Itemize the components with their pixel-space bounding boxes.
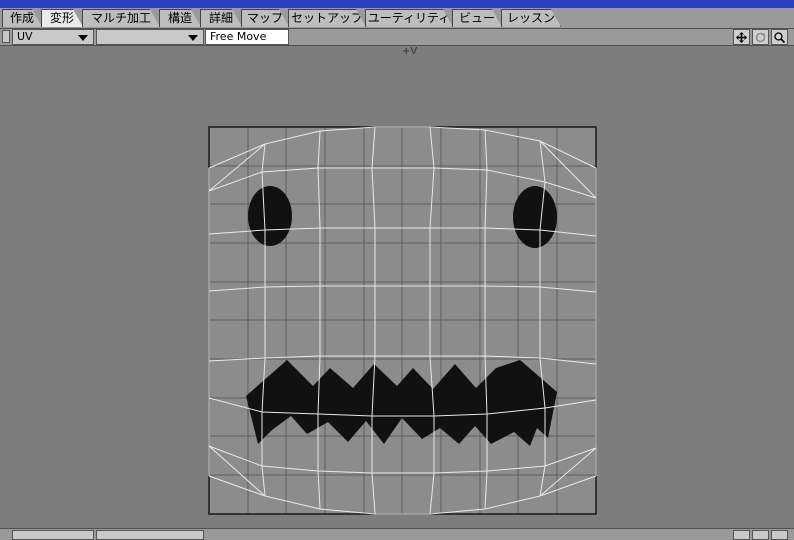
viewport-toolbar: UV Free Move <box>0 29 794 46</box>
rotate-view-button[interactable] <box>752 29 769 45</box>
uv-viewport[interactable]: +V <box>0 46 794 529</box>
uv-map-select-value: UV <box>17 30 33 43</box>
tab-bar: 作成 変形 マルチ加工 構造 詳細 マップ セットアップ ユーティリティ ビュー… <box>0 8 794 29</box>
tab-map[interactable]: マップ <box>241 9 289 27</box>
tab-view[interactable]: ビュー <box>452 9 502 27</box>
secondary-select[interactable] <box>96 29 204 45</box>
bottom-toolbar <box>0 528 794 540</box>
viewport-maximize-toggle[interactable] <box>2 30 10 43</box>
move-view-icon <box>736 32 747 43</box>
tab-lessons[interactable]: レッスン <box>501 9 561 27</box>
chevron-down-icon <box>188 35 198 41</box>
current-tool-field[interactable]: Free Move <box>205 29 289 45</box>
tab-modify[interactable]: 変形 <box>41 9 83 27</box>
tab-construct[interactable]: 構造 <box>159 9 201 27</box>
chevron-down-icon <box>78 35 88 41</box>
tab-setup[interactable]: セットアップ <box>288 9 366 27</box>
tab-detail[interactable]: 詳細 <box>200 9 242 27</box>
tab-multiply[interactable]: マルチ加工 <box>82 9 160 27</box>
uv-map-select[interactable]: UV <box>12 29 94 45</box>
uv-map-canvas <box>208 126 597 515</box>
right-eye <box>513 186 557 248</box>
move-view-button[interactable] <box>733 29 750 45</box>
window-title-bar <box>0 0 794 8</box>
zoom-view-button[interactable] <box>771 29 788 45</box>
tab-create[interactable]: 作成 <box>2 9 42 27</box>
rotate-view-icon <box>755 32 766 43</box>
tab-utilities[interactable]: ユーティリティ <box>365 9 453 27</box>
zoom-view-icon <box>774 32 786 44</box>
left-eye <box>248 186 292 246</box>
